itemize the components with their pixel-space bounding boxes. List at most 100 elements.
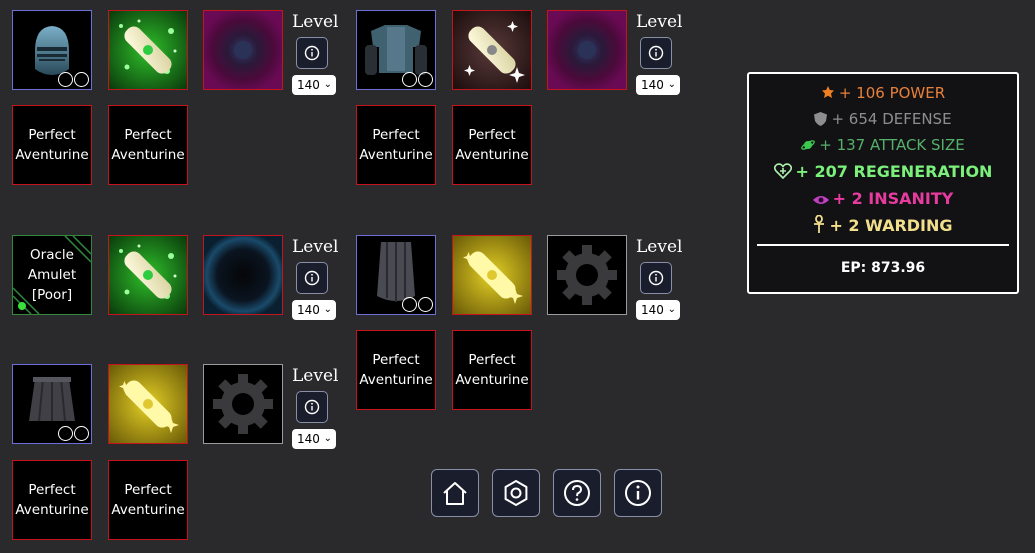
stat-defense-value: + 654 DEFENSE	[831, 110, 952, 128]
info-icon	[304, 45, 320, 61]
help-button[interactable]	[553, 469, 601, 517]
gem-slot[interactable]: Perfect Aventurine	[356, 330, 436, 410]
gem-slot[interactable]: Perfect Aventurine	[12, 460, 92, 540]
equip-slot-orb-purple[interactable]	[203, 10, 283, 90]
gem-sockets	[58, 72, 89, 87]
gem-sockets	[58, 426, 89, 441]
level-select[interactable]: 140 ⌄	[636, 300, 680, 320]
orb-icon	[204, 11, 282, 89]
info-icon	[304, 399, 320, 415]
amulet-quality: [Poor]	[31, 287, 73, 303]
settings-button[interactable]	[492, 469, 540, 517]
gem-name-line1: Perfect	[28, 482, 76, 498]
gem-slot[interactable]: Perfect Aventurine	[356, 105, 436, 185]
gem-name-line1: Perfect	[28, 127, 76, 143]
equip-slot-orb-purple[interactable]	[547, 10, 627, 90]
equip-slot-orb-blue[interactable]	[203, 235, 283, 315]
stat-defense: + 654 DEFENSE	[749, 110, 1017, 128]
level-label: Level	[636, 12, 683, 32]
equip-slot-cloak[interactable]	[356, 235, 436, 315]
equip-slot-empty[interactable]	[547, 235, 627, 315]
chevron-down-icon: ⌄	[667, 304, 676, 315]
ankh-icon	[814, 214, 825, 233]
info-button[interactable]	[296, 37, 328, 69]
stat-insanity: + 2 INSANITY	[749, 189, 1017, 208]
level-select[interactable]: 140 ⌄	[292, 429, 336, 449]
scroll-icon	[453, 236, 531, 314]
amulet-name-line2: Amulet	[27, 267, 77, 283]
chevron-down-icon: ⌄	[323, 433, 332, 444]
amulet-name-line1: Oracle	[30, 247, 74, 263]
stat-warding: + 2 WARDING	[749, 214, 1017, 235]
level-select[interactable]: 140 ⌄	[636, 75, 680, 95]
gear-icon	[557, 245, 617, 305]
info-button[interactable]	[296, 262, 328, 294]
equip-slot-scroll-dark[interactable]	[452, 10, 532, 90]
gem-name-line1: Perfect	[468, 352, 516, 368]
chevron-down-icon: ⌄	[667, 79, 676, 90]
equip-slot-scroll-green[interactable]	[108, 235, 188, 315]
level-label: Level	[636, 237, 683, 257]
orb-icon	[548, 11, 626, 89]
stat-regeneration-value: + 207 REGENERATION	[795, 162, 993, 181]
info-button[interactable]	[296, 391, 328, 423]
equip-slot-chest[interactable]	[356, 10, 436, 90]
gem-sockets	[402, 72, 433, 87]
gem-slot[interactable]: Perfect Aventurine	[108, 105, 188, 185]
gem-name-line1: Perfect	[124, 127, 172, 143]
stats-panel: + 106 POWER + 654 DEFENSE + 137 ATTACK S…	[747, 72, 1019, 294]
gem-slot[interactable]: Perfect Aventurine	[452, 105, 532, 185]
info-nav-button[interactable]	[614, 469, 662, 517]
equip-slot-scroll-gold[interactable]	[108, 364, 188, 444]
info-button[interactable]	[640, 37, 672, 69]
gem-name-line2: Aventurine	[455, 372, 529, 388]
gem-name-line2: Aventurine	[359, 372, 433, 388]
equip-slot-helmet[interactable]	[12, 10, 92, 90]
equip-slot-amulet[interactable]: Oracle Amulet [Poor]	[12, 235, 92, 315]
scroll-icon	[453, 11, 531, 89]
home-icon	[443, 482, 467, 505]
gem-slot[interactable]: Perfect Aventurine	[108, 460, 188, 540]
equip-slot-scroll-green[interactable]	[108, 10, 188, 90]
orb-icon	[204, 236, 282, 314]
level-label: Level	[292, 366, 339, 386]
gem-name-line2: Aventurine	[455, 147, 529, 163]
scroll-icon	[109, 11, 187, 89]
stat-insanity-value: + 2 INSANITY	[832, 189, 954, 208]
stat-attack-size: + 137 ATTACK SIZE	[749, 136, 1017, 154]
hexagon-settings-icon	[504, 479, 528, 507]
scroll-icon	[109, 365, 187, 443]
eye-icon	[812, 196, 829, 204]
gem-name-line2: Aventurine	[15, 147, 89, 163]
level-select[interactable]: 140 ⌄	[292, 75, 336, 95]
attack-size-icon	[801, 140, 816, 150]
equip-slot-scroll-gold[interactable]	[452, 235, 532, 315]
info-icon	[625, 480, 651, 506]
gem-name-line1: Perfect	[124, 482, 172, 498]
level-label: Level	[292, 237, 339, 257]
equip-slot-legs[interactable]	[12, 364, 92, 444]
gem-name-line2: Aventurine	[15, 502, 89, 518]
gear-icon	[213, 374, 273, 434]
stats-divider	[757, 244, 1009, 246]
level-select[interactable]: 140 ⌄	[292, 300, 336, 320]
gem-name-line2: Aventurine	[359, 147, 433, 163]
chevron-down-icon: ⌄	[323, 79, 332, 90]
gem-name-line1: Perfect	[468, 127, 516, 143]
home-button[interactable]	[431, 469, 479, 517]
ep-total: EP: 873.96	[840, 260, 926, 276]
gem-slot[interactable]: Perfect Aventurine	[452, 330, 532, 410]
stat-power: + 106 POWER	[749, 84, 1017, 102]
info-icon	[648, 270, 664, 286]
equip-slot-empty[interactable]	[203, 364, 283, 444]
heart-plus-icon	[773, 163, 792, 180]
gem-slot[interactable]: Perfect Aventurine	[12, 105, 92, 185]
level-label: Level	[292, 12, 339, 32]
gem-name-line2: Aventurine	[111, 502, 185, 518]
stat-power-value: + 106 POWER	[838, 84, 946, 102]
gem-name-line2: Aventurine	[111, 147, 185, 163]
info-button[interactable]	[640, 262, 672, 294]
info-icon	[648, 45, 664, 61]
gem-name-line1: Perfect	[372, 352, 420, 368]
scroll-icon	[109, 236, 187, 314]
